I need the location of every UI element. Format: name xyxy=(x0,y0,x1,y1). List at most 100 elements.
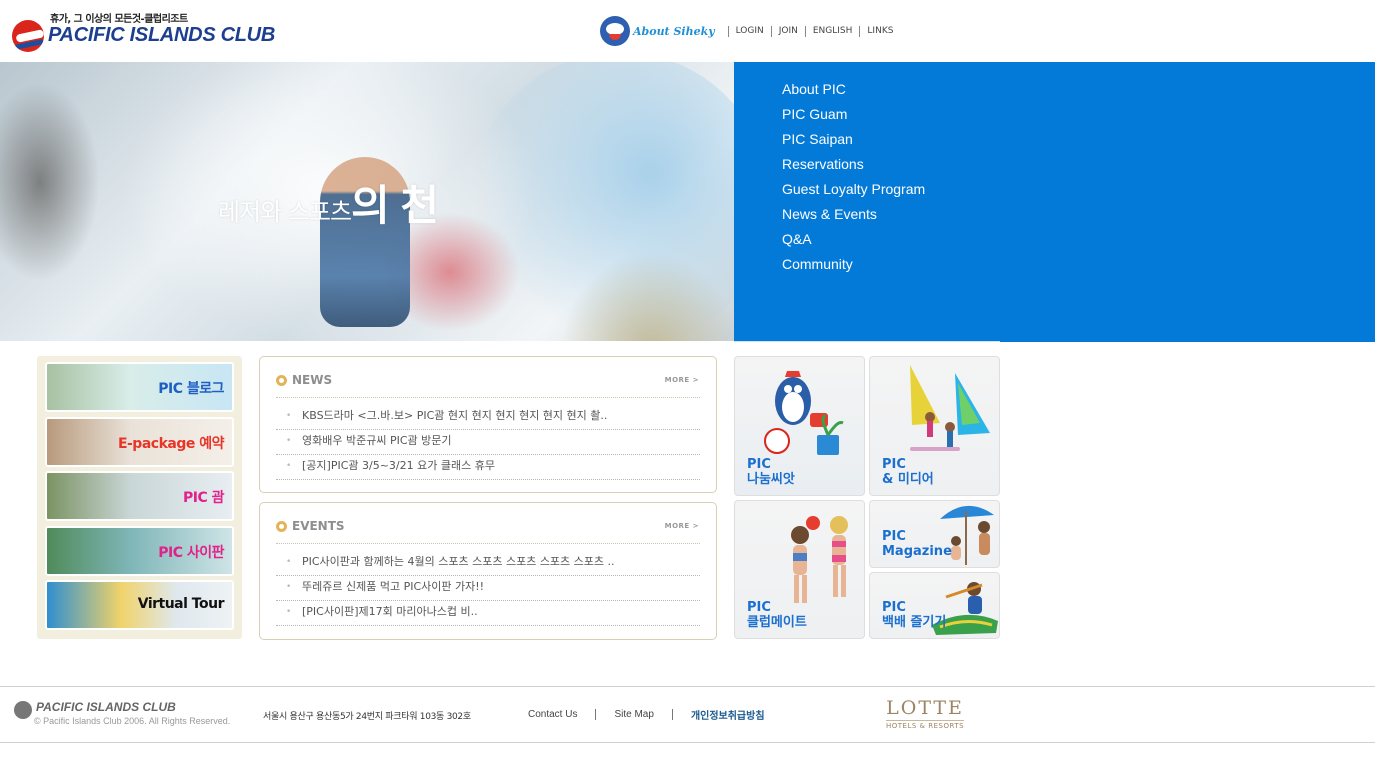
tile-label: PIC 나눔씨앗 xyxy=(747,457,795,487)
circle-bullet-icon xyxy=(276,374,287,386)
footer-address: 서울시 용산구 용산동5가 24번지 파크타워 103동 302호 xyxy=(263,712,471,722)
tile-label: PIC 백배 즐기기 xyxy=(882,600,946,630)
quick-link-label: PIC 사이판 xyxy=(158,544,224,561)
hero-decor xyxy=(0,82,100,282)
divider xyxy=(859,25,861,37)
event-item[interactable]: PIC사이판과 함께하는 4월의 스포츠 스포츠 스포츠 스포츠 스포츠 .. xyxy=(276,551,700,576)
quick-link-label: E-package 예약 xyxy=(117,435,225,452)
tile-clubmate[interactable]: PIC 클럽메이트 xyxy=(734,500,865,639)
footer-copyright: © Pacific Islands Club 2006. All Rights … xyxy=(34,716,231,726)
menu-item-reservations[interactable]: Reservations xyxy=(782,155,925,180)
tile-label: PIC & 미디어 xyxy=(882,457,934,487)
windsurfers-icon xyxy=(910,365,990,451)
pic-logo[interactable]: 휴가, 그 이상의 모든것-클럽리조트 PACIFIC ISLANDS CLUB xyxy=(12,10,275,52)
quick-link-label: PIC 괌 xyxy=(183,490,225,507)
tile-label-line: 클럽메이트 xyxy=(747,615,807,630)
join-link[interactable]: JOIN xyxy=(779,26,798,36)
news-header: NEWS xyxy=(276,373,332,387)
tile-label-line: PIC xyxy=(882,529,906,544)
main-menu: About PIC PIC Guam PIC Saipan Reservatio… xyxy=(734,62,1375,342)
divider xyxy=(727,25,729,37)
tile-label-line: PIC xyxy=(882,600,906,615)
hero-banner: 레저와 스포츠의 천 xyxy=(0,62,734,341)
quick-link-guam[interactable]: PIC 괌 xyxy=(45,471,234,522)
links-link[interactable]: LINKS xyxy=(867,26,893,36)
privacy-policy-link[interactable]: 개인정보취급방침 xyxy=(691,707,765,722)
main-menu-list: About PIC PIC Guam PIC Saipan Reservatio… xyxy=(782,80,925,280)
quick-link-blog[interactable]: PIC 블로그 xyxy=(45,362,234,412)
divider xyxy=(276,397,700,398)
news-item[interactable]: 영화배우 박준규씨 PIC괌 방문기 xyxy=(276,430,700,455)
menu-item-pic-saipan[interactable]: PIC Saipan xyxy=(782,130,925,155)
news-title: NEWS xyxy=(292,373,333,387)
menu-divider xyxy=(734,341,1000,342)
menu-item-about-pic[interactable]: About PIC xyxy=(782,80,925,105)
quick-link-virtual-tour[interactable]: Virtual Tour xyxy=(45,580,234,631)
page: 휴가, 그 이상의 모든것-클럽리조트 PACIFIC ISLANDS CLUB… xyxy=(0,0,1375,760)
about-siheky-link[interactable]: About Siheky xyxy=(633,25,715,38)
news-item[interactable]: [공지]PIC괌 3/5~3/21 요가 클래스 휴무 xyxy=(276,455,700,480)
divider xyxy=(671,709,673,720)
lotte-logo[interactable]: LOTTE HOTELS & RESORTS xyxy=(886,697,965,730)
tile-media[interactable]: PIC & 미디어 xyxy=(869,356,1000,496)
hero-copy-big: 의 천 xyxy=(351,181,439,230)
logo-tagline: 휴가, 그 이상의 모든것-클럽리조트 xyxy=(50,14,188,25)
footer-brand: PACIFIC ISLANDS CLUB xyxy=(36,700,176,714)
tile-label-line: & 미디어 xyxy=(882,472,934,487)
penguin-watering-icon xyxy=(764,371,844,455)
divider xyxy=(276,543,700,544)
tile-label: PIC 클럽메이트 xyxy=(747,600,807,630)
footer-links: Contact Us Site Map 개인정보취급방침 xyxy=(528,707,765,722)
tile-label-line: 나눔씨앗 xyxy=(747,472,795,487)
circle-bullet-icon xyxy=(276,520,287,532)
pic-logo-icon xyxy=(12,20,44,52)
quick-link-label: Virtual Tour xyxy=(137,596,225,613)
news-box: NEWS MORE > KBS드라마 <그.바.보> PIC괌 현지 현지 현지… xyxy=(259,356,717,493)
quick-link-epackage[interactable]: E-package 예약 xyxy=(45,416,234,467)
menu-item-qna[interactable]: Q&A xyxy=(782,230,925,255)
top-nav: About Siheky LOGIN JOIN ENGLISH LINKS xyxy=(600,14,893,48)
menu-item-pic-guam[interactable]: PIC Guam xyxy=(782,105,925,130)
events-header: EVENTS xyxy=(276,519,345,533)
tile-label-line: PIC xyxy=(882,457,906,472)
tile-label-line: Magazine xyxy=(882,544,952,559)
divider xyxy=(770,25,772,37)
site-map-link[interactable]: Site Map xyxy=(614,709,653,720)
quick-link-label: PIC 블로그 xyxy=(158,381,224,397)
menu-item-news-events[interactable]: News & Events xyxy=(782,205,925,230)
quick-links-panel: PIC 블로그 E-package 예약 PIC 괌 PIC 사이판 Virtu… xyxy=(37,356,242,639)
footer: PACIFIC ISLANDS CLUB © Pacific Islands C… xyxy=(0,686,1375,743)
hero-copy: 레저와 스포츠의 천 xyxy=(218,172,439,233)
hero-decor xyxy=(560,252,734,341)
lotte-logo-main: LOTTE xyxy=(886,697,964,719)
menu-item-guest-loyalty[interactable]: Guest Loyalty Program xyxy=(782,180,925,205)
events-box: EVENTS MORE > PIC사이판과 함께하는 4월의 스포츠 스포츠 스… xyxy=(259,502,717,640)
tile-magazine[interactable]: PIC Magazine xyxy=(869,500,1000,568)
tile-enjoy[interactable]: PIC 백배 즐기기 xyxy=(869,572,1000,639)
mascot-icon xyxy=(600,16,630,46)
tile-label: PIC Magazine xyxy=(882,529,952,559)
login-link[interactable]: LOGIN xyxy=(736,26,764,36)
pic-logo-icon xyxy=(14,701,32,719)
news-list: KBS드라마 <그.바.보> PIC괌 현지 현지 현지 현지 현지 현지 촬.… xyxy=(276,405,700,480)
hero-copy-small: 레저와 스포츠 xyxy=(218,198,352,226)
menu-item-community[interactable]: Community xyxy=(782,255,925,280)
divider xyxy=(595,709,597,720)
divider xyxy=(804,25,806,37)
contact-us-link[interactable]: Contact Us xyxy=(528,709,577,720)
event-item[interactable]: [PIC사이판]제17회 마리아나스컵 비.. xyxy=(276,601,700,626)
lotte-logo-sub: HOTELS & RESORTS xyxy=(886,720,965,730)
event-item[interactable]: 뚜레쥬르 신제품 먹고 PIC사이판 가자!! xyxy=(276,576,700,601)
events-more-link[interactable]: MORE > xyxy=(665,522,699,530)
tile-sharing-seeds[interactable]: PIC 나눔씨앗 xyxy=(734,356,865,496)
events-list: PIC사이판과 함께하는 4월의 스포츠 스포츠 스포츠 스포츠 스포츠 .. … xyxy=(276,551,700,626)
news-item[interactable]: KBS드라마 <그.바.보> PIC괌 현지 현지 현지 현지 현지 현지 촬.… xyxy=(276,405,700,430)
tile-label-line: PIC xyxy=(747,600,771,615)
english-link[interactable]: ENGLISH xyxy=(813,26,853,36)
beach-friends-icon xyxy=(791,516,848,603)
quick-link-saipan[interactable]: PIC 사이판 xyxy=(45,525,234,576)
tile-label-line: PIC xyxy=(747,457,771,472)
events-title: EVENTS xyxy=(292,519,345,533)
news-more-link[interactable]: MORE > xyxy=(665,376,699,384)
logo-brand-name: PACIFIC ISLANDS CLUB xyxy=(48,24,275,46)
